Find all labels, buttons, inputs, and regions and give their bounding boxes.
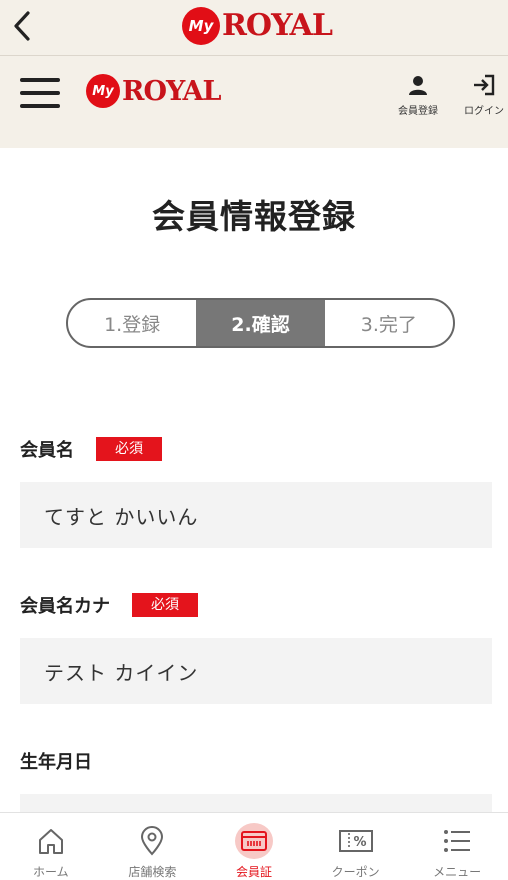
hamburger-line bbox=[20, 91, 60, 95]
nav-menu[interactable]: メニュー bbox=[406, 813, 508, 880]
logo-my-badge: My bbox=[182, 7, 220, 45]
logo-my-badge: My bbox=[86, 74, 120, 108]
member-name-kana-label: 会員名カナ 必須 bbox=[20, 592, 198, 618]
page-title: 会員情報登録 bbox=[152, 197, 356, 236]
map-pin-icon bbox=[133, 823, 171, 859]
nav-menu-label: メニュー bbox=[433, 865, 482, 879]
back-button[interactable] bbox=[8, 8, 36, 44]
nav-coupon-label: クーポン bbox=[331, 865, 380, 879]
progress-steps: 1.登録 2.確認 3.完了 bbox=[66, 298, 455, 348]
chevron-left-icon bbox=[14, 11, 30, 41]
step-complete: 3.完了 bbox=[360, 313, 417, 336]
member-name-label-text: 会員名 bbox=[20, 440, 74, 461]
site-logo[interactable]: My ROYAL bbox=[86, 74, 221, 108]
nav-home-label: ホーム bbox=[32, 865, 69, 879]
logo-royal-text: ROYAL bbox=[222, 8, 333, 43]
member-name-kana-label-text: 会員名カナ bbox=[20, 596, 110, 617]
nav-home[interactable]: ホーム bbox=[0, 813, 102, 880]
coupon-icon: % bbox=[337, 823, 375, 859]
app-logo: My ROYAL bbox=[182, 6, 333, 46]
user-icon bbox=[409, 76, 427, 95]
required-badge: 必須 bbox=[132, 593, 198, 617]
menu-list-icon bbox=[438, 823, 476, 859]
svg-text:%: % bbox=[353, 835, 366, 850]
required-badge: 必須 bbox=[96, 437, 162, 461]
member-name-value: てすと かいいん bbox=[20, 482, 492, 548]
nav-member-card-label: 会員証 bbox=[235, 865, 272, 879]
app-bar: My ROYAL bbox=[0, 0, 508, 56]
birthdate-label-text: 生年月日 bbox=[20, 752, 92, 773]
nav-member-card[interactable]: 会員証 bbox=[203, 813, 305, 880]
home-icon bbox=[32, 823, 70, 859]
member-name-kana-value: テスト カイイン bbox=[20, 638, 492, 704]
nav-store-search[interactable]: 店舗検索 bbox=[102, 813, 204, 880]
hamburger-line bbox=[20, 78, 60, 82]
member-register-button[interactable]: 会員登録 bbox=[390, 74, 446, 124]
login-button[interactable]: ログイン bbox=[456, 74, 508, 124]
login-icon bbox=[474, 74, 495, 96]
nav-store-search-label: 店舗検索 bbox=[128, 865, 177, 879]
birthdate-label: 生年月日 bbox=[20, 748, 92, 774]
site-header: My ROYAL 会員登録 ログイン bbox=[0, 56, 508, 148]
member-name-label: 会員名 必須 bbox=[20, 436, 162, 462]
step-register: 1.登録 bbox=[104, 313, 161, 336]
login-label: ログイン bbox=[464, 106, 504, 117]
nav-coupon[interactable]: % クーポン bbox=[305, 813, 407, 880]
step-confirm: 2.確認 bbox=[196, 300, 325, 346]
logo-royal-text: ROYAL bbox=[122, 75, 221, 107]
member-register-label: 会員登録 bbox=[398, 106, 438, 117]
member-card-icon bbox=[234, 823, 273, 859]
hamburger-menu-button[interactable] bbox=[20, 78, 60, 108]
bottom-nav: ホーム 店舗検索 会員証 % クーポン メニュー bbox=[0, 812, 508, 880]
hamburger-line bbox=[20, 104, 60, 108]
